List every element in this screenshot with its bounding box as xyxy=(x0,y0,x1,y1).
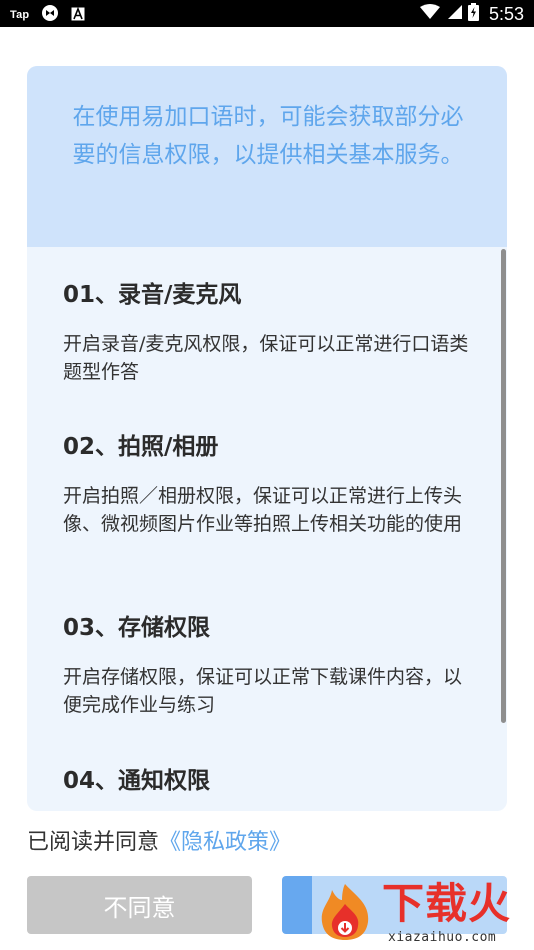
permission-item-storage: 03、存储权限 开启存储权限，保证可以正常下载课件内容，以便完成作业与练习 xyxy=(63,613,473,719)
consent-text: 已阅读并同意《隐私政策》 xyxy=(27,826,291,860)
permission-desc: 开启存储权限，保证可以正常下载课件内容，以便完成作业与练习 xyxy=(63,666,463,716)
status-tap-label: Tap xyxy=(10,9,30,21)
intro-text: 在使用易加口语时，可能会获取部分必要的信息权限，以提供相关基本服务。 xyxy=(72,104,464,168)
privacy-policy-link[interactable]: 《隐私政策》 xyxy=(159,830,291,855)
notification-a-icon xyxy=(71,6,85,25)
permission-title: 03、存储权限 xyxy=(63,615,211,641)
status-time: 5:53 xyxy=(488,3,524,24)
consent-prefix: 已阅读并同意 xyxy=(27,830,160,855)
permission-item-microphone: 01、录音/麦克风 开启录音/麦克风权限，保证可以正常进行口语类题型作答 xyxy=(63,280,473,386)
status-bar-left: Tap xyxy=(10,4,85,26)
scrollbar[interactable] xyxy=(501,249,506,723)
permission-list[interactable]: 01、录音/麦克风 开启录音/麦克风权限，保证可以正常进行口语类题型作答 02、… xyxy=(27,247,507,811)
watermark-name: 下载火 xyxy=(382,879,512,928)
permission-item-notification: 04、通知权限 xyxy=(63,766,473,796)
permission-dialog: 在使用易加口语时，可能会获取部分必要的信息权限，以提供相关基本服务。 01、录音… xyxy=(27,66,507,811)
permission-desc: 开启录音/麦克风权限，保证可以正常进行口语类题型作答 xyxy=(63,333,469,383)
status-bar: Tap 5:53 xyxy=(0,0,534,27)
disagree-button[interactable]: 不同意 xyxy=(27,876,252,934)
app-logo-icon xyxy=(41,4,59,26)
permission-title: 02、拍照/相册 xyxy=(63,434,219,460)
wifi-icon xyxy=(419,4,440,24)
dialog-header: 在使用易加口语时，可能会获取部分必要的信息权限，以提供相关基本服务。 xyxy=(27,66,507,247)
status-bar-right: 5:53 xyxy=(419,3,524,25)
battery-icon xyxy=(467,3,479,25)
flame-logo-icon xyxy=(316,882,374,942)
watermark: 下载火 xiazaihuo.com xyxy=(312,876,534,950)
permission-item-camera: 02、拍照/相册 开启拍照／相册权限，保证可以正常进行上传头像、微视频图片作业等… xyxy=(63,432,473,538)
watermark-url: xiazaihuo.com xyxy=(388,930,497,945)
permission-title: 01、录音/麦克风 xyxy=(63,282,242,308)
signal-icon xyxy=(446,4,462,24)
permission-title: 04、通知权限 xyxy=(63,768,211,794)
permission-desc: 开启拍照／相册权限，保证可以正常进行上传头像、微视频图片作业等拍照上传相关功能的… xyxy=(63,485,463,535)
